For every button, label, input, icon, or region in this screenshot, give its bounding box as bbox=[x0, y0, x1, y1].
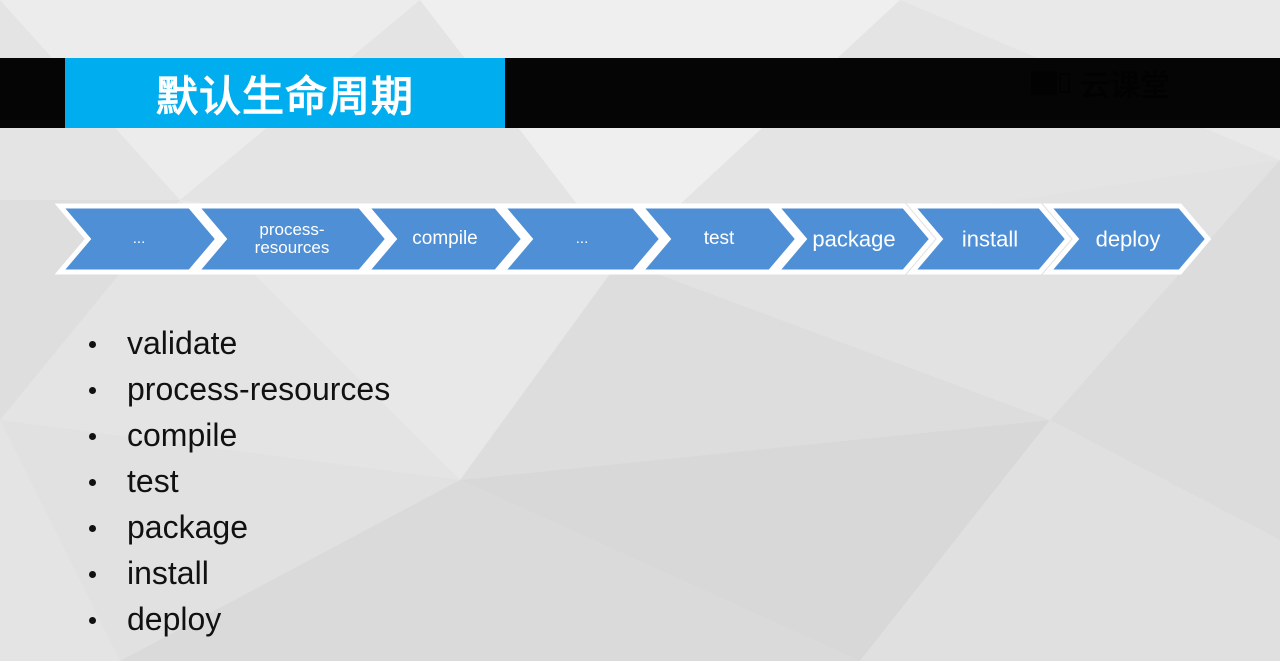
list-item: deploy bbox=[85, 596, 390, 642]
chevron-label: deploy bbox=[1095, 226, 1161, 252]
lifecycle-phase-list: validate process-resources compile test pack… bbox=[85, 320, 390, 642]
bullet-dot bbox=[89, 341, 96, 348]
list-item: package bbox=[85, 504, 390, 550]
list-item: install bbox=[85, 550, 390, 596]
chevron-label: test bbox=[703, 228, 735, 250]
list-item-label: deploy bbox=[127, 601, 222, 637]
list-item-label: process-resources bbox=[127, 371, 391, 407]
list-item-label: compile bbox=[127, 417, 238, 453]
list-item-label: install bbox=[127, 555, 209, 591]
list-item-label: test bbox=[127, 463, 179, 499]
chevron-label: install bbox=[961, 226, 1019, 252]
chevron-label: process-resources bbox=[254, 220, 330, 257]
list-item: validate bbox=[85, 320, 390, 366]
bullet-dot bbox=[89, 617, 96, 624]
chevron-label: ... bbox=[575, 230, 589, 248]
chevron-label: ... bbox=[132, 230, 146, 248]
list-item: test bbox=[85, 458, 390, 504]
chevron-label: compile bbox=[412, 228, 478, 250]
bullet-dot bbox=[89, 387, 96, 394]
chevron-label: package bbox=[812, 226, 896, 252]
bullet-dot bbox=[89, 479, 96, 486]
list-item: compile bbox=[85, 412, 390, 458]
list-item-label: package bbox=[127, 509, 248, 545]
bullet-dot bbox=[89, 525, 96, 532]
bullet-dot bbox=[89, 433, 96, 440]
list-item-label: validate bbox=[127, 325, 238, 361]
bullet-dot bbox=[89, 571, 96, 578]
list-item: process-resources bbox=[85, 366, 390, 412]
